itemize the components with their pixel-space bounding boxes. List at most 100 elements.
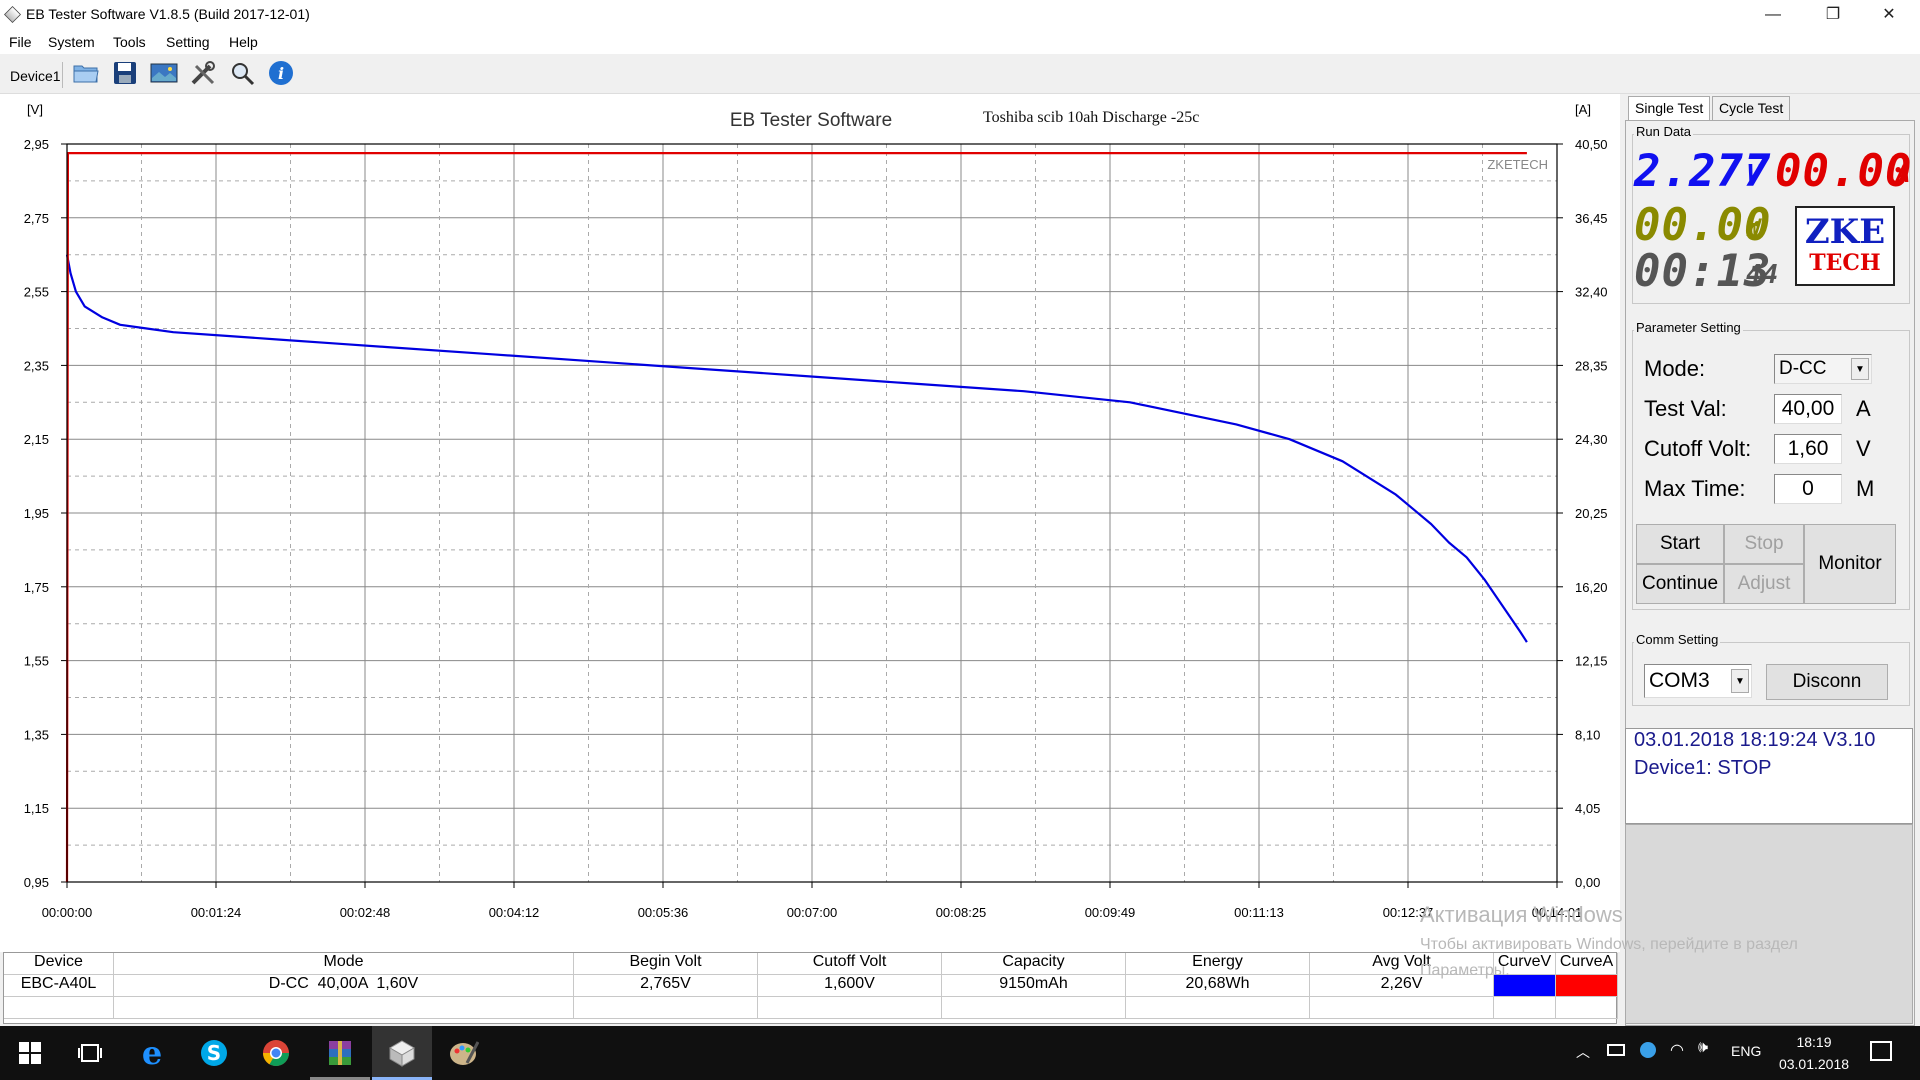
device-selector[interactable]: Device1	[10, 68, 61, 84]
close-button[interactable]: ✕	[1866, 0, 1912, 30]
toolbar-separator	[62, 62, 63, 88]
empty-row-cell	[1310, 997, 1494, 1019]
title-bar: EB Tester Software V1.8.5 (Build 2017-12…	[0, 0, 1920, 30]
zketech-logo: ZKE TECH	[1795, 206, 1895, 286]
chrome-icon[interactable]	[246, 1026, 306, 1080]
col-cutoff-volt-header: Cutoff Volt	[758, 953, 942, 975]
paint-icon[interactable]	[434, 1026, 494, 1080]
current-display: 00.00	[1775, 146, 1913, 197]
voltage-curve	[65, 254, 1528, 643]
y-left-tick-label: 1,15	[24, 801, 49, 816]
test-val-input[interactable]: 40,00	[1774, 394, 1842, 424]
col-mode-header: Mode	[114, 953, 574, 975]
x-tick-label: 00:01:24	[191, 905, 242, 920]
power-unit: W	[1746, 214, 1762, 242]
search-icon[interactable]	[227, 59, 257, 87]
wifi-icon[interactable]: ◠	[1670, 1040, 1684, 1060]
start-button[interactable]: Start	[1636, 524, 1724, 564]
open-folder-icon[interactable]	[71, 59, 101, 87]
mode-label: Mode:	[1644, 356, 1706, 381]
svg-text:S: S	[207, 1041, 221, 1065]
curve-a-swatch[interactable]	[1556, 975, 1618, 997]
clock-date[interactable]: 03.01.2018	[1774, 1056, 1854, 1072]
right-axis-unit: [A]	[1575, 102, 1591, 117]
chart-panel: 2,95 40,50 2,75 36,45 2,55 32,40 2,35 28,35 2,15…	[0, 94, 1620, 952]
test-val-unit: A	[1856, 396, 1871, 421]
max-time-input[interactable]: 0	[1774, 474, 1842, 504]
current-curve	[65, 151, 1527, 883]
y-right-tick-label: 4,05	[1575, 801, 1600, 816]
taskbar: e S ︿ ◠ 🕪 ENG 18:19 03.01.2018	[0, 1026, 1920, 1080]
col-capacity-header: Capacity	[942, 953, 1126, 975]
continue-button[interactable]: Continue	[1636, 564, 1724, 604]
empty-row-cell	[4, 997, 114, 1019]
logo-zke: ZKE	[1804, 212, 1886, 252]
adjust-button[interactable]: Adjust	[1724, 564, 1804, 604]
skype-icon[interactable]: S	[184, 1026, 244, 1080]
save-icon[interactable]	[110, 59, 140, 87]
y-left-tick-label: 1,35	[24, 727, 49, 742]
mode-select[interactable]: D-CC ▼	[1774, 354, 1872, 384]
y-left-tick-label: 1,95	[24, 506, 49, 521]
x-tick-label: 00:09:49	[1085, 905, 1136, 920]
start-icon[interactable]	[0, 1026, 60, 1080]
cell-capacity: 9150mAh	[942, 975, 1126, 997]
maximize-button[interactable]: ❐	[1810, 0, 1856, 30]
language-indicator[interactable]: ENG	[1731, 1043, 1761, 1059]
y-left-tick-label: 2,75	[24, 211, 49, 226]
y-left-tick-label: 0,95	[24, 875, 49, 890]
test-title: Toshiba scib 10ah Discharge -25c	[983, 109, 1199, 126]
run-data-label: Run Data	[1634, 124, 1693, 139]
cell-device: EBC-A40L	[4, 975, 114, 997]
menu-file[interactable]: File	[9, 34, 32, 50]
max-time-label: Max Time:	[1644, 476, 1746, 501]
minimize-button[interactable]: —	[1750, 0, 1796, 30]
chevron-down-icon[interactable]: ▼	[1851, 358, 1869, 380]
task-view-icon[interactable]	[60, 1026, 120, 1080]
menu-system[interactable]: System	[48, 34, 95, 50]
network-app-icon[interactable]	[1640, 1042, 1656, 1058]
col-energy-header: Energy	[1126, 953, 1310, 975]
com-port-select[interactable]: COM3 ▼	[1644, 664, 1752, 698]
empty-row-cell	[114, 997, 574, 1019]
app-icon	[4, 6, 21, 23]
log-area	[1625, 824, 1913, 1024]
current-unit: A	[1896, 160, 1912, 188]
chevron-down-icon[interactable]: ▼	[1731, 669, 1749, 693]
menu-setting[interactable]: Setting	[166, 34, 210, 50]
chevron-up-icon[interactable]: ︿	[1576, 1042, 1590, 1062]
y-right-tick-label: 40,50	[1575, 137, 1608, 152]
cutoff-volt-input[interactable]: 1,60	[1774, 434, 1842, 464]
notification-icon[interactable]	[1870, 1041, 1892, 1061]
menu-help[interactable]: Help	[229, 34, 258, 50]
tab-single-test[interactable]: Single Test	[1628, 96, 1711, 120]
eb-tester-icon[interactable]	[372, 1026, 432, 1080]
tools-icon[interactable]	[188, 59, 218, 87]
cutoff-volt-label: Cutoff Volt:	[1644, 436, 1752, 461]
disconnect-button[interactable]: Disconn	[1766, 664, 1888, 700]
toolbar: Device1 i	[0, 54, 1920, 94]
tab-cycle-test[interactable]: Cycle Test	[1712, 96, 1791, 120]
cell-energy: 20,68Wh	[1126, 975, 1310, 997]
menu-bar: File System Tools Setting Help	[0, 30, 1920, 54]
monitor-button[interactable]: Monitor	[1804, 524, 1896, 604]
image-icon[interactable]	[149, 59, 179, 87]
menu-tools[interactable]: Tools	[113, 34, 146, 50]
stop-button[interactable]: Stop	[1724, 524, 1804, 564]
battery-icon[interactable]	[1607, 1044, 1625, 1056]
edge-icon[interactable]: e	[122, 1026, 182, 1080]
time-seconds-display: 44	[1746, 260, 1780, 290]
winrar-icon[interactable]	[310, 1026, 370, 1080]
status-device: Device1: STOP	[1634, 757, 1772, 779]
cell-mode: D-CC 40,00A 1,60V	[114, 975, 574, 997]
info-icon[interactable]: i	[266, 59, 296, 87]
col-device-header: Device	[4, 953, 114, 975]
y-right-tick-label: 24,30	[1575, 432, 1608, 447]
empty-row-cell	[574, 997, 758, 1019]
status-timestamp: 03.01.2018 18:19:24 V3.10	[1634, 729, 1876, 751]
y-right-tick-label: 36,45	[1575, 211, 1608, 226]
clock-time[interactable]: 18:19	[1778, 1034, 1850, 1050]
mode-value: D-CC	[1779, 358, 1827, 379]
volume-icon[interactable]: 🕪	[1698, 1039, 1708, 1057]
y-right-tick-label: 12,15	[1575, 654, 1608, 669]
